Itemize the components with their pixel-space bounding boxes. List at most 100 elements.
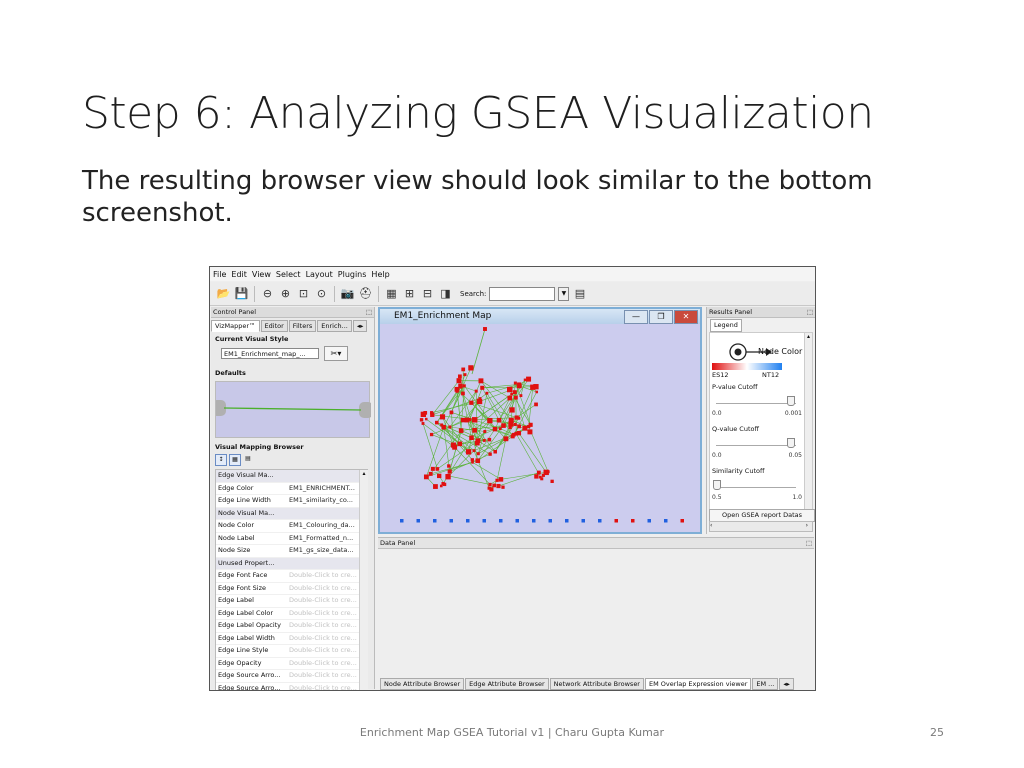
network-node[interactable] — [503, 436, 509, 442]
menu-select[interactable]: Select — [276, 270, 301, 279]
network-node[interactable] — [664, 519, 668, 523]
network-node[interactable] — [530, 384, 536, 390]
qvalue-slider[interactable] — [716, 445, 796, 446]
network-node[interactable] — [439, 414, 446, 420]
menu-edit[interactable]: Edit — [231, 270, 247, 279]
network-node[interactable] — [511, 432, 516, 437]
property-row[interactable]: Node Label EM1_Formatted_n... — [216, 533, 367, 545]
network-node[interactable] — [614, 519, 619, 523]
network-node[interactable] — [461, 367, 466, 372]
property-group-row[interactable]: Node Visual Ma... — [216, 507, 367, 520]
dock-icon[interactable]: ⬚ — [806, 538, 812, 548]
network-node[interactable] — [456, 378, 462, 384]
network-node[interactable] — [421, 422, 425, 425]
network-node[interactable] — [476, 452, 480, 456]
network-node[interactable] — [430, 466, 435, 471]
network-node[interactable] — [550, 479, 554, 484]
property-group-row[interactable]: Unused Propert... — [216, 557, 367, 570]
legend-scrollbar[interactable]: ▴ — [804, 333, 812, 521]
network-node[interactable] — [471, 417, 478, 423]
network-node[interactable] — [548, 519, 553, 523]
property-row[interactable]: Edge Label Opacity Double-Click to cre... — [216, 620, 367, 633]
network-node[interactable] — [501, 423, 506, 428]
scroll-right-icon[interactable]: › — [806, 522, 808, 529]
network-node[interactable] — [499, 519, 503, 523]
camera-icon[interactable]: 📷 — [340, 286, 355, 301]
network-node[interactable] — [509, 407, 515, 413]
similarity-slider[interactable] — [716, 487, 796, 488]
network-node[interactable] — [482, 519, 487, 523]
network-node[interactable] — [433, 484, 438, 489]
similarity-slider-thumb[interactable] — [713, 480, 721, 490]
property-group-row[interactable]: Edge Visual Ma... — [216, 470, 367, 483]
network-node[interactable] — [496, 417, 502, 423]
menu-help[interactable]: Help — [371, 270, 389, 279]
network-node[interactable] — [517, 424, 521, 429]
network-node[interactable] — [536, 470, 541, 475]
network-node[interactable] — [647, 519, 652, 523]
network-node[interactable] — [425, 417, 428, 421]
network-node[interactable] — [488, 482, 492, 487]
property-row[interactable]: Edge Label Width Double-Click to cre... — [216, 633, 367, 645]
menu-file[interactable]: File — [213, 270, 226, 279]
network-node[interactable] — [483, 430, 487, 433]
network-node[interactable] — [478, 378, 484, 384]
network-node[interactable] — [470, 458, 474, 462]
network-node[interactable] — [468, 365, 474, 371]
network-node[interactable] — [457, 441, 463, 447]
network-node[interactable] — [487, 486, 491, 490]
network-node[interactable] — [496, 483, 501, 489]
network-node[interactable] — [439, 484, 443, 488]
network-node[interactable] — [447, 469, 452, 474]
property-row[interactable]: Edge Font Face Double-Click to cre... — [216, 570, 367, 583]
network-node[interactable] — [495, 478, 499, 482]
network-node[interactable] — [475, 438, 481, 444]
restore-icon[interactable]: ❐ — [649, 310, 673, 324]
network-node[interactable] — [523, 378, 527, 382]
network-node[interactable] — [461, 391, 465, 396]
network-node[interactable] — [480, 385, 485, 390]
network-node[interactable] — [462, 384, 466, 388]
network-node[interactable] — [469, 435, 474, 441]
property-row[interactable]: Edge Label Color Double-Click to cre... — [216, 608, 367, 620]
network-node[interactable] — [507, 386, 513, 393]
new-network-icon[interactable]: ⊞ — [402, 286, 417, 301]
network-node[interactable] — [565, 519, 569, 523]
network-node[interactable] — [527, 429, 533, 435]
property-row[interactable]: Edge Line Style Double-Click to cre... — [216, 645, 367, 658]
network-node[interactable] — [519, 394, 523, 398]
property-row[interactable]: Node Size EM1_gs_size_data... — [216, 545, 367, 558]
network-node[interactable] — [442, 482, 447, 487]
property-row[interactable]: Edge Label Double-Click to cre... — [216, 595, 367, 608]
network-node[interactable] — [508, 425, 512, 430]
property-table-scrollbar[interactable]: ▴ — [359, 470, 368, 690]
zoom-selected-icon[interactable]: ⊡ — [296, 286, 311, 301]
dock-icon[interactable]: ⬚ — [366, 307, 372, 317]
pvalue-slider-thumb[interactable] — [787, 396, 795, 406]
network-node[interactable] — [435, 420, 439, 425]
network-node[interactable] — [463, 373, 467, 377]
network-node[interactable] — [510, 392, 513, 396]
minimize-icon[interactable]: — — [624, 310, 648, 324]
search-options-icon[interactable]: ▤ — [572, 286, 587, 301]
tab-em-more[interactable]: EM ... — [752, 678, 779, 690]
network-node[interactable] — [514, 415, 519, 420]
network-node[interactable] — [430, 411, 434, 415]
zoom-in-icon[interactable]: ⊕ — [278, 286, 293, 301]
property-row[interactable]: Node Color EM1_Colouring_da... — [216, 520, 367, 533]
network-node[interactable] — [449, 410, 454, 415]
zoom-fit-icon[interactable]: ⊙ — [314, 286, 329, 301]
results-hscrollbar[interactable]: ‹ › — [709, 521, 813, 532]
network-node[interactable] — [482, 438, 486, 442]
network-node[interactable] — [469, 400, 474, 405]
tab-scroll-arrows-icon[interactable]: ◂▸ — [352, 320, 368, 332]
categorized-icon[interactable]: ▦ — [229, 454, 241, 466]
style-options-button[interactable]: ✂▾ — [324, 346, 348, 361]
visual-style-select[interactable]: EM1_Enrichment_map_... — [221, 348, 319, 359]
network-node[interactable] — [478, 397, 482, 400]
tab-filters[interactable]: Filters — [288, 320, 317, 332]
network-node[interactable] — [429, 432, 434, 437]
menu-view[interactable]: View — [252, 270, 271, 279]
network-node[interactable] — [534, 402, 538, 407]
network-node[interactable] — [448, 425, 452, 429]
